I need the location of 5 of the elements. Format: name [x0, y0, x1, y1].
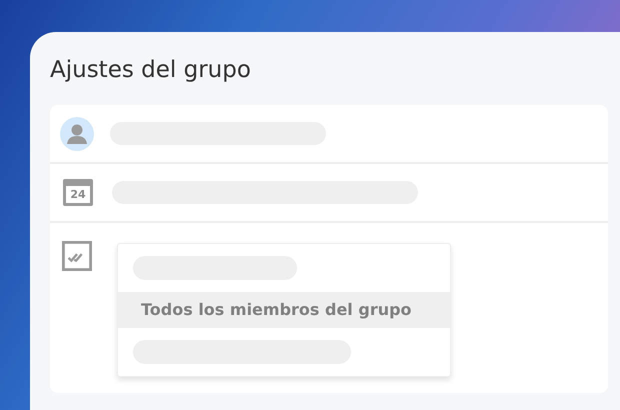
panel-title: Ajustes del grupo	[50, 56, 252, 85]
double-check-icon	[62, 241, 92, 271]
user-avatar-icon	[60, 116, 94, 150]
menu-option[interactable]: Todos los miembros del grupo	[118, 292, 450, 328]
calendar-day: 24	[70, 188, 86, 201]
